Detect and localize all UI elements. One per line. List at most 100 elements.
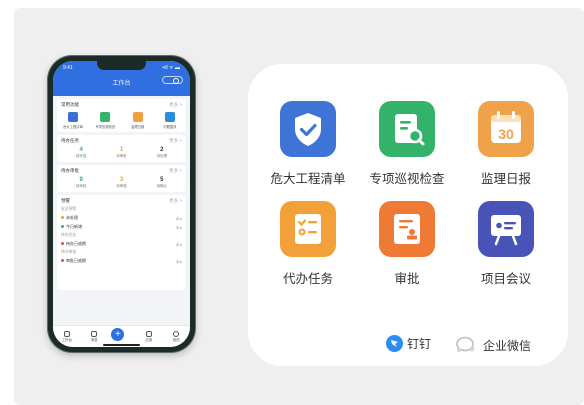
common-functions-more-link[interactable]: 更多 > bbox=[169, 102, 182, 108]
feature-todo-tasks[interactable]: 代办任务 bbox=[263, 201, 353, 287]
warning-group-title: 安全预警 bbox=[61, 207, 77, 211]
shield-check-icon bbox=[280, 101, 336, 157]
approval-stat[interactable]: 9 待审批 bbox=[76, 177, 87, 189]
common-tool-item[interactable]: 问题整改 bbox=[158, 112, 182, 129]
tab-label: 应用 bbox=[145, 338, 153, 342]
stat-value: 4 bbox=[79, 147, 83, 153]
feature-approval[interactable]: 审批 bbox=[362, 201, 452, 287]
dingtalk-brand: 钉钉 bbox=[386, 335, 431, 352]
common-functions-title: 常用功能 bbox=[61, 102, 79, 107]
pending-approval-more-link[interactable]: 更多 > bbox=[169, 168, 182, 174]
tool-label: 问题整改 bbox=[163, 125, 177, 129]
warning-row[interactable]: 审批已逾期 2 > bbox=[61, 258, 182, 264]
feature-panel: 危大工程清单 专项巡视检查 30 监理日报 代办任务 审批 项目会议 钉钉 企业… bbox=[248, 64, 568, 366]
todo-tasks-card: 待办任务 更多 > 4 待完成 1 待审批 2 待处理 bbox=[57, 135, 186, 162]
phone-notch bbox=[97, 61, 146, 70]
user-icon bbox=[173, 331, 180, 337]
calendar-30-icon: 30 bbox=[478, 101, 534, 157]
wework-logo-icon bbox=[453, 335, 481, 355]
warning-row-left: 待办已逾期 bbox=[61, 241, 86, 247]
plus-icon: + bbox=[111, 328, 125, 341]
tool-label: 危大工程清单 bbox=[63, 125, 83, 129]
document-search-icon bbox=[379, 101, 435, 157]
warning-row-count: 2 > bbox=[176, 241, 182, 247]
warning-row-left: 审批已逾期 bbox=[61, 258, 86, 264]
stat-label: 待审批 bbox=[116, 154, 127, 158]
feature-special-inspection[interactable]: 专项巡视检查 bbox=[362, 101, 452, 187]
tab-label: 我的 bbox=[172, 338, 180, 342]
presentation-icon bbox=[478, 201, 534, 257]
common-tool-item[interactable]: 专项巡视检查 bbox=[93, 112, 117, 129]
feature-hazard-list[interactable]: 危大工程清单 bbox=[263, 101, 353, 187]
feature-daily-report[interactable]: 30 监理日报 bbox=[461, 101, 551, 187]
todo-tasks-title: 待办任务 bbox=[61, 138, 79, 143]
warning-row-label: 今日新增 bbox=[66, 224, 82, 229]
stat-label: 待处理 bbox=[156, 154, 168, 158]
warning-row-label: 待办已逾期 bbox=[66, 241, 86, 246]
wework-label: 企业微信 bbox=[483, 338, 532, 353]
stat-value: 1 bbox=[119, 147, 124, 153]
phone-screen: 9:41 •ıll ᯤ ▬ 工作台 常用功能 更多 > 危大工程清单 专项巡视检查… bbox=[53, 61, 190, 347]
status-icons: •ıll ᯤ ▬ bbox=[162, 65, 180, 71]
approval-stat[interactable]: 5 待确认 bbox=[157, 177, 168, 189]
todo-stat[interactable]: 2 待处理 bbox=[157, 147, 168, 159]
status-dot-icon bbox=[61, 242, 64, 245]
status-dot-icon bbox=[61, 225, 64, 228]
tool-icon bbox=[132, 112, 143, 122]
stat-label: 待确认 bbox=[156, 184, 168, 188]
feature-project-meeting[interactable]: 项目会议 bbox=[461, 201, 551, 287]
stat-value: 3 bbox=[119, 177, 124, 183]
warning-row[interactable]: 今日新增 2 > bbox=[61, 224, 182, 230]
warning-row-label: 审批已逾期 bbox=[66, 258, 86, 263]
feature-label: 项目会议 bbox=[480, 272, 531, 286]
warning-more-link[interactable]: 更多 > bbox=[169, 198, 182, 204]
tool-label: 监理日报 bbox=[131, 125, 145, 129]
todo-stat[interactable]: 1 待审批 bbox=[116, 147, 127, 159]
status-dot-icon bbox=[61, 259, 64, 262]
tab-label: 工作台 bbox=[61, 338, 72, 342]
warning-row-left: 未处理 bbox=[61, 215, 78, 221]
feature-label: 代办任务 bbox=[282, 272, 333, 286]
tab-messages[interactable]: 消息 bbox=[84, 331, 104, 343]
stat-value: 2 bbox=[160, 147, 164, 153]
dingtalk-label: 钉钉 bbox=[407, 337, 432, 351]
tool-icon bbox=[68, 112, 78, 122]
warning-group-title: 待办任务 bbox=[61, 233, 77, 237]
stat-label: 待审核 bbox=[116, 184, 127, 188]
approval-stamp-icon bbox=[379, 201, 435, 257]
miniapp-capsule-button[interactable] bbox=[162, 76, 183, 84]
warning-row-count: 2 > bbox=[176, 224, 182, 230]
tab-profile[interactable]: 我的 bbox=[166, 331, 186, 343]
checklist-icon bbox=[280, 201, 336, 257]
wework-brand: 企业微信 bbox=[453, 335, 531, 355]
tab-add[interactable]: + bbox=[111, 328, 131, 343]
status-time: 9:41 bbox=[63, 65, 73, 71]
todo-stat[interactable]: 4 待完成 bbox=[76, 147, 87, 159]
pending-approval-card: 待办审批 更多 > 9 待审批 3 待审核 5 待确认 bbox=[57, 165, 186, 192]
warning-row[interactable]: 待办已逾期 2 > bbox=[61, 241, 182, 247]
stat-value: 9 bbox=[79, 177, 83, 183]
warning-row-left: 今日新增 bbox=[61, 224, 82, 230]
tab-label: 消息 bbox=[90, 338, 98, 342]
common-functions-card: 常用功能 更多 > 危大工程清单 专项巡视检查 监理日报 问题整改 bbox=[57, 99, 186, 132]
warning-card: 预警 更多 > 安全预警 未处理 2 > 今日新增 2 > 待办任务 待办已逾期 2 > 待办审… bbox=[57, 195, 186, 290]
stat-value: 5 bbox=[160, 177, 164, 183]
warning-row-count: 2 > bbox=[176, 258, 182, 264]
stat-label: 待审批 bbox=[75, 184, 87, 188]
tab-workbench[interactable]: 工作台 bbox=[57, 331, 77, 343]
home-indicator bbox=[103, 344, 140, 346]
warning-group-title: 待办审批 bbox=[61, 250, 77, 254]
approval-stat[interactable]: 3 待审核 bbox=[116, 177, 127, 189]
todo-tasks-more-link[interactable]: 更多 > bbox=[169, 138, 182, 144]
common-tool-item[interactable]: 危大工程清单 bbox=[61, 112, 85, 129]
tab-apps[interactable]: 应用 bbox=[139, 331, 159, 343]
common-tool-item[interactable]: 监理日报 bbox=[126, 112, 150, 129]
tool-label: 专项巡视检查 bbox=[95, 125, 116, 129]
pending-approval-title: 待办审批 bbox=[61, 168, 79, 173]
warning-row[interactable]: 未处理 2 > bbox=[61, 215, 182, 221]
stat-label: 待完成 bbox=[75, 154, 87, 158]
warning-title: 预警 bbox=[61, 198, 70, 203]
feature-label: 审批 bbox=[394, 272, 420, 286]
apps-icon bbox=[145, 331, 152, 337]
tool-icon bbox=[164, 112, 175, 122]
